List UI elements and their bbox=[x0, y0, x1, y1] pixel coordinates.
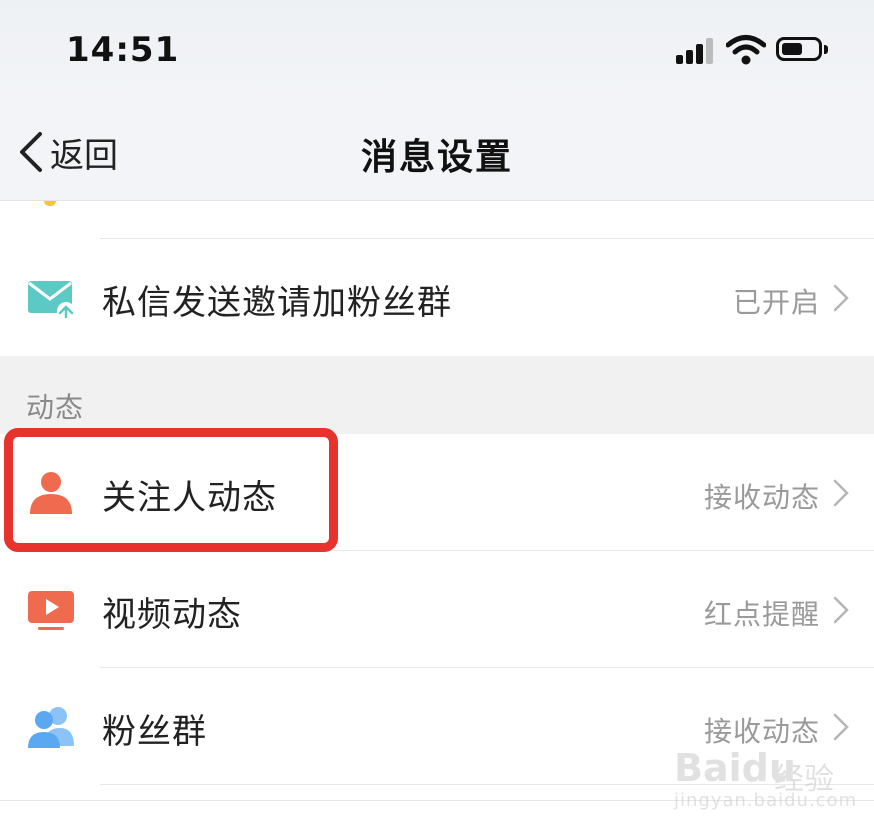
battery-icon bbox=[776, 37, 828, 61]
settings-row-video-dynamics[interactable]: 视频动态 红点提醒 bbox=[0, 551, 874, 668]
row-value: 接收动态 bbox=[703, 481, 820, 514]
envelope-share-icon bbox=[28, 281, 75, 320]
settings-row-followed-dynamics[interactable]: 关注人动态 接收动态 bbox=[0, 434, 874, 551]
baidu-watermark-logo: Baidu 经验 jingyan.baidu.com bbox=[666, 740, 866, 820]
page-title: 消息设置 bbox=[360, 137, 513, 178]
row-value: 已开启 bbox=[732, 286, 820, 319]
row-label: 私信发送邀请加粉丝群 bbox=[102, 283, 452, 323]
video-play-icon bbox=[28, 591, 74, 630]
section-title: 动态 bbox=[26, 391, 85, 424]
chevron-right-icon bbox=[833, 284, 849, 312]
status-bar: 14:51 bbox=[0, 0, 874, 100]
list-item-partial bbox=[0, 201, 874, 239]
status-time: 14:51 bbox=[66, 30, 180, 70]
person-icon bbox=[30, 472, 72, 514]
wifi-icon bbox=[726, 35, 766, 65]
settings-row-invite-fan-group[interactable]: 私信发送邀请加粉丝群 已开启 bbox=[0, 239, 874, 356]
row-label: 粉丝群 bbox=[102, 712, 207, 752]
chevron-right-icon bbox=[833, 596, 849, 624]
partial-item-icon bbox=[44, 201, 56, 206]
section-header-dynamics: 动态 bbox=[0, 356, 874, 434]
chevron-right-icon bbox=[833, 479, 849, 507]
row-label: 关注人动态 bbox=[102, 478, 277, 518]
watermark-url: jingyan.baidu.com bbox=[674, 790, 858, 811]
cellular-signal-icon bbox=[676, 38, 716, 64]
row-label: 视频动态 bbox=[102, 595, 242, 635]
row-value: 红点提醒 bbox=[703, 598, 820, 631]
group-users-icon bbox=[28, 707, 74, 748]
chevron-right-icon bbox=[833, 713, 849, 741]
